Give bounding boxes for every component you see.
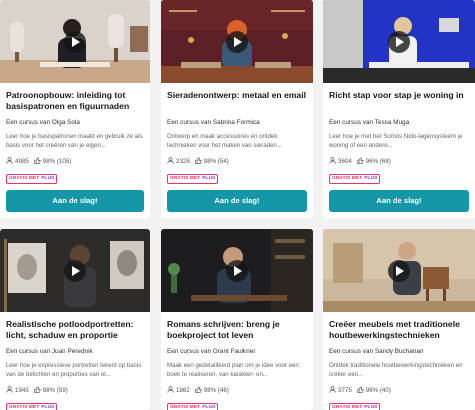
- course-stats: 3775 98% (40): [329, 386, 469, 395]
- student-count: 2328: [176, 158, 190, 165]
- course-title[interactable]: Sieradenontwerp: metaal en email: [167, 90, 307, 101]
- rating: 98% (46): [203, 387, 229, 394]
- course-thumbnail[interactable]: [161, 229, 313, 312]
- course-thumbnail[interactable]: [323, 0, 475, 83]
- rating: 98% (40): [365, 387, 391, 394]
- course-title[interactable]: Realistische potloodportretten: licht, s…: [6, 319, 144, 341]
- play-icon[interactable]: [226, 259, 248, 282]
- person-icon: [167, 157, 174, 166]
- course-description: Leer hoe je basispatronen maakt en gebru…: [6, 133, 143, 149]
- course-card[interactable]: Sieradenontwerp: metaal en email Een cur…: [161, 0, 313, 218]
- rating: 98% (105): [42, 158, 72, 165]
- course-card[interactable]: Romans schrijven: breng je boekproject t…: [161, 229, 313, 410]
- course-thumbnail[interactable]: [0, 0, 150, 83]
- course-description: Leer hoe je expressieve portretten teken…: [6, 362, 142, 378]
- course-title[interactable]: Patroonopbouw: inleiding tot basispatron…: [6, 90, 144, 112]
- course-card[interactable]: Creëer meubels met traditionele houtbewe…: [323, 229, 475, 410]
- play-icon[interactable]: [64, 259, 86, 282]
- plus-badge: GRATIS MET PLUS: [167, 174, 219, 184]
- thumbs-up-icon: [195, 386, 202, 395]
- course-grid: Patroonopbouw: inleiding tot basispatron…: [0, 0, 475, 410]
- person-icon: [6, 157, 13, 166]
- course-title[interactable]: Creëer meubels met traditionele houtbewe…: [329, 319, 469, 341]
- course-description: Leer hoe je met het Somos Nido-lagensyst…: [329, 133, 463, 149]
- thumbs-up-icon: [195, 157, 202, 166]
- course-stats: 1945 98% (59): [6, 386, 144, 395]
- thumbs-up-icon: [357, 157, 364, 166]
- student-count: 3604: [338, 158, 352, 165]
- course-thumbnail[interactable]: [323, 229, 475, 312]
- course-description: Maak een gedetailleerd plan om je idee v…: [167, 362, 299, 378]
- course-author: Een cursus van Juan Perednik: [6, 348, 93, 355]
- person-icon: [6, 386, 13, 395]
- start-course-button[interactable]: Aan de slag!: [6, 190, 144, 212]
- course-stats: 3604 96% (68): [329, 157, 469, 166]
- course-thumbnail[interactable]: [161, 0, 313, 83]
- course-title[interactable]: Romans schrijven: breng je boekproject t…: [167, 319, 307, 341]
- course-description: Ontwerp en maak accessoires en ontdek te…: [167, 133, 282, 149]
- student-count: 1945: [15, 387, 29, 394]
- thumbs-up-icon: [34, 157, 41, 166]
- student-count: 1862: [176, 387, 190, 394]
- thumbs-up-icon: [357, 386, 364, 395]
- course-thumbnail[interactable]: [0, 229, 150, 312]
- student-count: 4985: [15, 158, 29, 165]
- person-icon: [329, 157, 336, 166]
- course-author: Een cursus van Sabrina Formica: [167, 119, 260, 126]
- plus-badge: GRATIS MET PLUS: [329, 174, 381, 184]
- plus-badge: GRATIS MET PLUS: [167, 403, 219, 410]
- plus-badge: GRATIS MET PLUS: [6, 174, 58, 184]
- person-icon: [329, 386, 336, 395]
- plus-badge: GRATIS MET PLUS: [6, 403, 58, 410]
- course-author: Een cursus van Sandy Buchanan: [329, 348, 424, 355]
- course-author: Een cursus van Olga Sola: [6, 119, 80, 126]
- course-card[interactable]: Realistische potloodportretten: licht, s…: [0, 229, 150, 410]
- course-author: Een cursus van Tessa Muga: [329, 119, 410, 126]
- course-card[interactable]: Patroonopbouw: inleiding tot basispatron…: [0, 0, 150, 218]
- course-title[interactable]: Richt stap voor stap je woning in: [329, 90, 469, 101]
- thumbs-up-icon: [34, 386, 41, 395]
- play-icon[interactable]: [64, 30, 86, 53]
- course-card[interactable]: Richt stap voor stap je woning in Een cu…: [323, 0, 475, 218]
- course-description: Ontdek traditionele houtbewerkingstechni…: [329, 362, 463, 378]
- person-icon: [167, 386, 174, 395]
- course-stats: 4985 98% (105): [6, 157, 144, 166]
- rating: 98% (59): [42, 387, 68, 394]
- plus-badge: GRATIS MET PLUS: [329, 403, 381, 410]
- course-stats: 2328 98% (54): [167, 157, 307, 166]
- start-course-button[interactable]: Aan de slag!: [167, 190, 307, 212]
- rating: 96% (68): [365, 158, 391, 165]
- play-icon[interactable]: [388, 30, 410, 53]
- play-icon[interactable]: [388, 259, 410, 282]
- student-count: 3775: [338, 387, 352, 394]
- rating: 98% (54): [203, 158, 229, 165]
- course-author: Een cursus van Grant Faulkner: [167, 348, 256, 355]
- course-stats: 1862 98% (46): [167, 386, 307, 395]
- start-course-button[interactable]: Aan de slag!: [329, 190, 469, 212]
- play-icon[interactable]: [226, 30, 248, 53]
